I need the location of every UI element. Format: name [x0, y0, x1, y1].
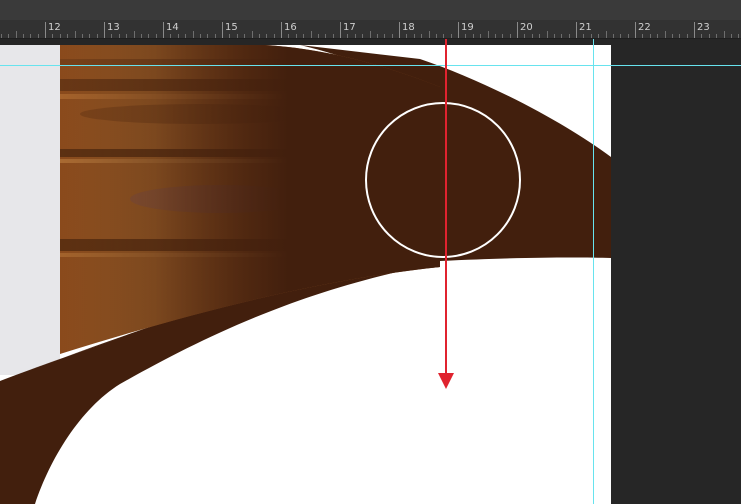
ruler-label-17: 17 — [343, 22, 356, 33]
workspace[interactable] — [0, 39, 741, 504]
ruler-label-18: 18 — [402, 22, 415, 33]
document-canvas[interactable] — [0, 39, 741, 504]
ruler-label-23: 23 — [697, 22, 710, 33]
ruler-label-13: 13 — [107, 22, 120, 33]
options-bar — [0, 0, 741, 21]
horizontal-ruler[interactable]: 12 13 14 15 16 17 18 19 20 21 22 23 — [0, 20, 741, 39]
wall-photo-region — [0, 45, 60, 375]
ruler-label-12: 12 — [48, 22, 61, 33]
ruler-label-15: 15 — [225, 22, 238, 33]
ruler-label-16: 16 — [284, 22, 297, 33]
photo-editor-window: 12 13 14 15 16 17 18 19 20 21 22 23 — [0, 0, 741, 504]
pasteboard — [611, 39, 741, 504]
ruler-label-22: 22 — [638, 22, 651, 33]
ruler-label-19: 19 — [461, 22, 474, 33]
ruler-label-21: 21 — [579, 22, 592, 33]
ruler-label-14: 14 — [166, 22, 179, 33]
ruler-label-20: 20 — [520, 22, 533, 33]
